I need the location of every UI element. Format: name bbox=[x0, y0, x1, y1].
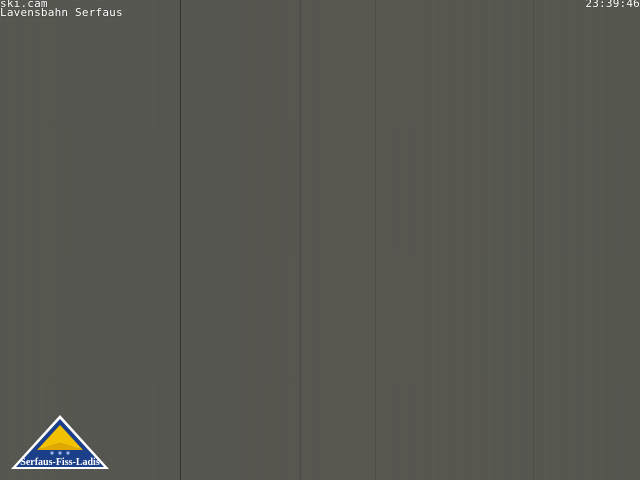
timestamp-label: 23:39:46 bbox=[585, 0, 640, 10]
sensor-streak bbox=[375, 0, 376, 480]
serfaus-fiss-ladis-logo: Serfaus-Fiss-Ladis bbox=[11, 415, 109, 469]
camera-location-label: Lavensbahn Serfaus bbox=[0, 6, 123, 19]
sensor-streak bbox=[300, 0, 301, 480]
webcam-frame: ski.cam Lavensbahn Serfaus 23:39:46 Serf… bbox=[0, 0, 640, 480]
sensor-streak bbox=[533, 0, 534, 480]
sensor-streak bbox=[180, 0, 181, 480]
logo-text: Serfaus-Fiss-Ladis bbox=[20, 457, 100, 468]
